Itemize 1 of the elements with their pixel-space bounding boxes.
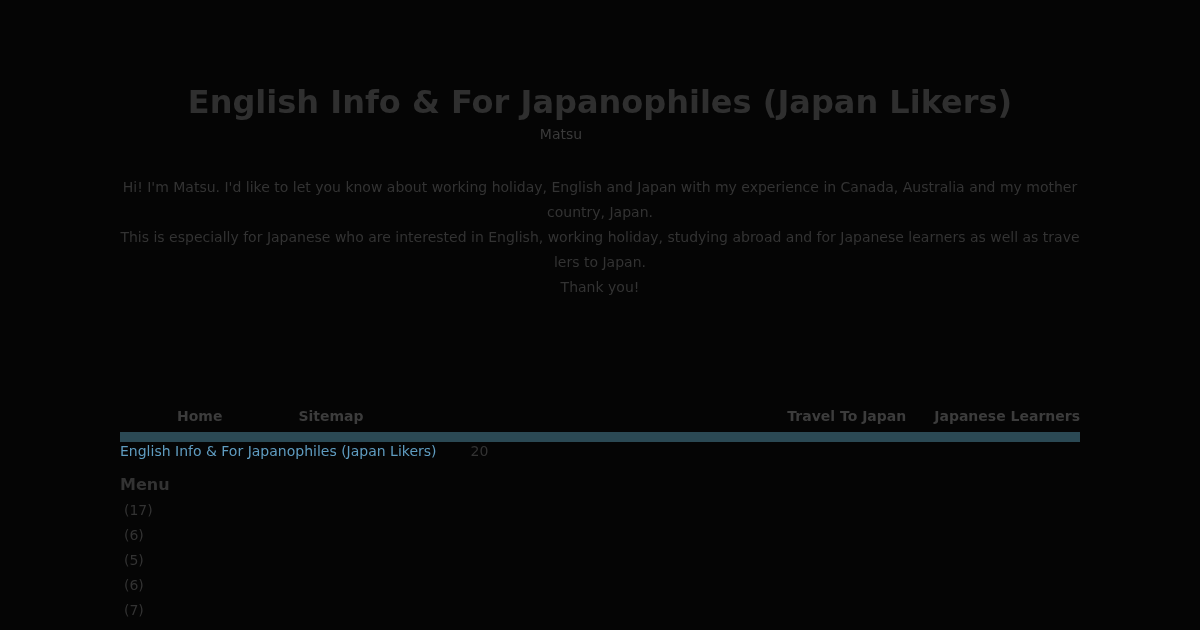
breadcrumb-link[interactable]: English Info & For Japanophiles (Japan Likers): [120, 442, 437, 460]
